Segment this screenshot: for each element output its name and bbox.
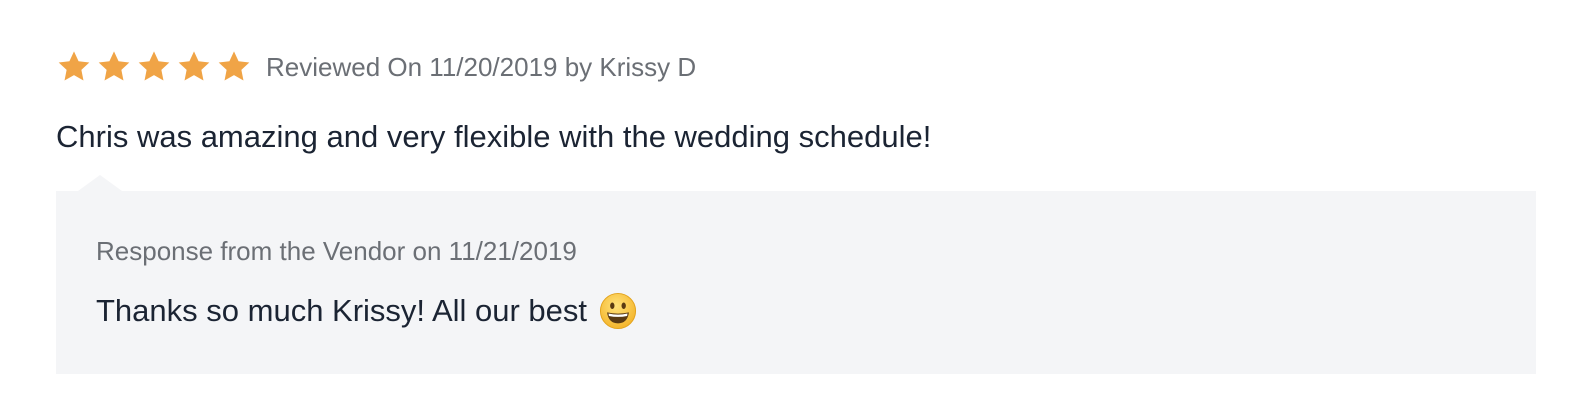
response-text: Thanks so much Krissy! All our best	[96, 293, 588, 328]
star-icon	[136, 49, 172, 85]
review-meta: Reviewed On 11/20/2019 by Krissy D	[266, 52, 697, 82]
response-meta: Response from the Vendor on 11/21/2019	[96, 236, 577, 266]
review-text: Chris was amazing and very flexible with…	[56, 119, 932, 154]
review-card: Reviewed On 11/20/2019 by Krissy D Chris…	[56, 0, 1536, 412]
star-icon	[216, 49, 252, 85]
star-icon	[176, 49, 212, 85]
grinning-face-icon	[599, 292, 637, 330]
star-icon	[56, 49, 92, 85]
star-icon	[96, 49, 132, 85]
review-header: Reviewed On 11/20/2019 by Krissy D	[56, 44, 696, 90]
vendor-response: Response from the Vendor on 11/21/2019 T…	[56, 175, 1536, 374]
star-rating	[56, 49, 252, 85]
response-pointer	[78, 175, 122, 191]
response-text-row: Thanks so much Krissy! All our best	[96, 289, 637, 333]
